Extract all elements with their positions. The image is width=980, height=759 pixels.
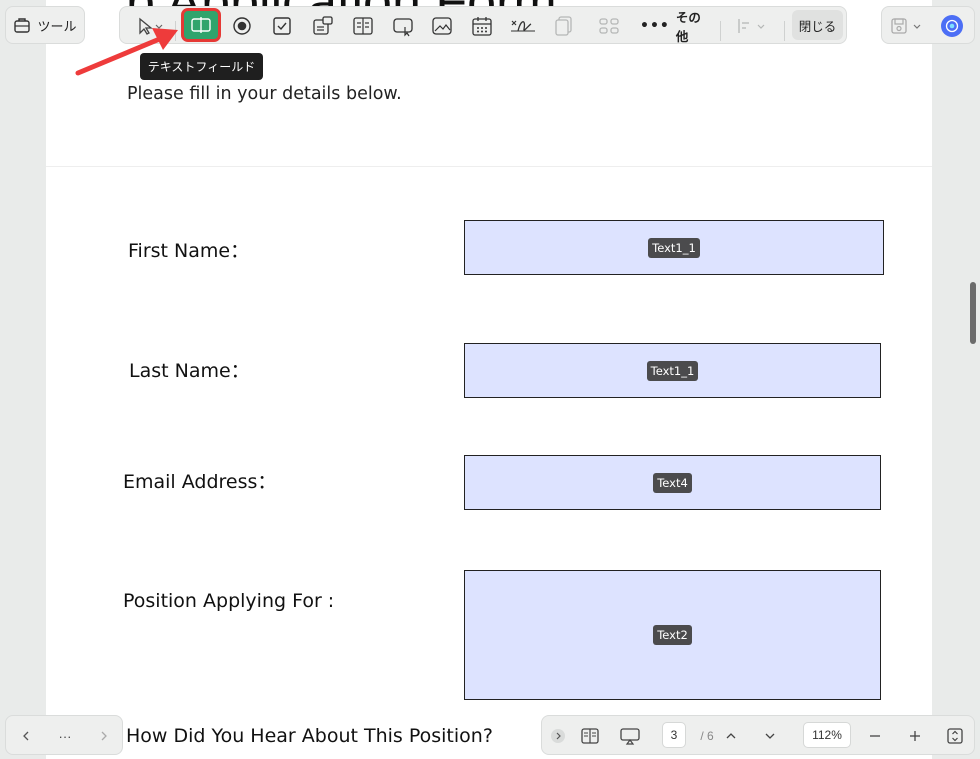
two-page-icon	[581, 728, 599, 744]
combo-box-tool[interactable]	[306, 7, 340, 45]
chevron-right-circle-icon	[551, 729, 565, 743]
chevron-down-icon	[765, 733, 775, 739]
close-button[interactable]: 閉じる	[792, 10, 843, 40]
email-address-field[interactable]: Text4	[464, 455, 881, 510]
signature-icon	[511, 20, 535, 32]
save-icon	[891, 18, 907, 34]
list-box-icon	[353, 17, 373, 35]
position-label: Position Applying For :	[123, 590, 335, 612]
field-name-tag: Text2	[653, 625, 692, 645]
fit-page-icon	[947, 728, 963, 744]
more-button[interactable]: ••• その他	[640, 7, 710, 45]
radio-button-tool[interactable]	[225, 7, 259, 45]
checkbox-tool[interactable]	[265, 7, 299, 45]
right-toolbar	[881, 6, 975, 44]
toolbar-separator	[720, 21, 721, 41]
divider	[46, 166, 932, 167]
grid-icon	[599, 18, 619, 34]
chevron-left-icon	[23, 731, 29, 741]
calendar-icon	[472, 17, 492, 36]
chevron-right-icon	[101, 731, 107, 741]
chevron-up-icon	[726, 733, 736, 739]
more-dots-icon: •••	[640, 18, 670, 34]
arrange-grid-button[interactable]	[592, 7, 626, 45]
toolbar-separator	[784, 21, 785, 41]
toolbox-icon	[14, 18, 31, 33]
view-toolbar: / 6	[541, 715, 975, 755]
image-field-tool[interactable]	[425, 7, 459, 45]
how-did-you-hear-label: How Did You Hear About This Position?	[126, 725, 493, 747]
align-button[interactable]	[728, 7, 774, 45]
last-name-field[interactable]: Text1_1	[464, 343, 881, 398]
push-button-icon	[393, 18, 413, 37]
total-pages: / 6	[700, 729, 714, 743]
zoom-in-button[interactable]	[904, 716, 926, 756]
list-box-tool[interactable]	[346, 7, 380, 45]
page-up-button[interactable]	[720, 716, 742, 756]
ai-assistant-button[interactable]	[941, 15, 963, 37]
page-nav: ···	[5, 715, 123, 755]
zoom-level[interactable]: 112%	[803, 722, 851, 748]
page-subtitle: Please fill in your details below.	[127, 84, 402, 104]
duplicate-button[interactable]	[547, 7, 581, 45]
prev-button[interactable]	[12, 716, 40, 756]
field-name-tag: Text1_1	[648, 237, 700, 258]
field-name-tag: Text4	[653, 472, 692, 493]
first-name-field[interactable]: Text1_1	[464, 220, 884, 275]
push-button-tool[interactable]	[386, 7, 420, 45]
combo-box-icon	[313, 16, 333, 35]
position-field[interactable]: Text2	[464, 570, 881, 700]
collapse-button[interactable]	[548, 716, 568, 756]
save-dropdown[interactable]	[890, 7, 934, 45]
signature-field-tool[interactable]	[505, 7, 541, 45]
annotation-arrow-icon	[75, 28, 178, 76]
image-icon	[432, 17, 452, 35]
document-page: b Application Form Please fill in your d…	[46, 0, 932, 759]
page-number-input[interactable]: 3	[662, 722, 686, 748]
last-name-label: Last Name：	[129, 360, 250, 382]
more-label: その他	[675, 10, 701, 44]
zoom-out-button[interactable]	[864, 716, 886, 756]
field-name-tag: Text1_1	[646, 360, 699, 381]
vertical-scrollbar[interactable]	[970, 282, 976, 344]
presentation-button[interactable]	[616, 716, 644, 756]
minus-icon	[870, 735, 880, 737]
radio-button-icon	[233, 17, 251, 35]
page-down-button[interactable]	[759, 716, 781, 756]
duplicate-icon	[555, 16, 572, 36]
align-left-icon	[738, 19, 765, 33]
form-toolbar: ••• その他	[119, 6, 847, 44]
email-address-label: Email Address：	[123, 471, 277, 493]
ai-assistant-icon	[945, 19, 959, 33]
more-nav-button[interactable]: ···	[50, 716, 80, 756]
text-field-icon	[191, 17, 211, 33]
checkbox-icon	[273, 17, 291, 35]
chevron-down-icon	[913, 24, 921, 29]
first-name-label: First Name：	[128, 240, 250, 262]
plus-icon	[910, 731, 920, 741]
date-field-tool[interactable]	[465, 7, 499, 45]
presentation-icon	[620, 728, 640, 745]
page-layout-button[interactable]	[576, 716, 604, 756]
fit-page-button[interactable]	[944, 716, 966, 756]
next-button[interactable]	[90, 716, 118, 756]
